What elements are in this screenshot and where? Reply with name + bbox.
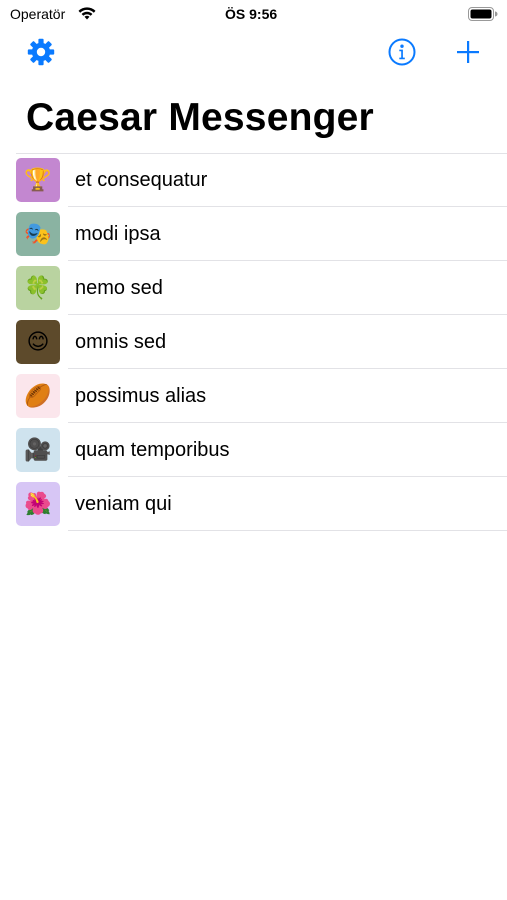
list-item[interactable]: 🏉 possimus alias [0,369,507,423]
avatar: 🌺 [16,482,60,526]
settings-button[interactable] [24,35,58,69]
list-item[interactable]: 🏆 et consequatur [0,153,507,207]
chat-name: et consequatur [75,169,208,191]
chat-name: possimus alias [75,385,207,407]
chat-name: omnis sed [75,331,167,353]
plus-icon [457,41,479,63]
carrier-label: Operatör [10,6,66,22]
wifi-icon [78,7,96,20]
info-icon [388,38,416,66]
battery-icon [468,7,498,21]
chat-name: modi ipsa [75,223,161,245]
clock: ÖS 9:56 [225,6,278,22]
list-item[interactable]: 😊 omnis sed [0,315,507,369]
avatar: 🎥 [16,428,60,472]
chat-list: 🏆 et consequatur 🎭 modi ipsa 🍀 nemo sed 😊 omnis… [0,153,507,531]
list-item[interactable]: 🍀 nemo sed [0,261,507,315]
avatar: 😊 [16,320,60,364]
status-bar: Operatör ÖS 9:56 [0,0,507,28]
navigation-bar [0,32,507,76]
avatar: 🏆 [16,158,60,202]
page-title: Caesar Messenger [26,96,374,139]
avatar: 🎭 [16,212,60,256]
divider [68,530,507,531]
list-item[interactable]: 🎭 modi ipsa [0,207,507,261]
screen: Operatör ÖS 9:56 Caesar Messenger 🏆 et c… [0,0,507,900]
chat-name: veniam qui [75,493,172,515]
list-item[interactable]: 🎥 quam temporibus [0,423,507,477]
add-button[interactable] [451,35,485,69]
list-item[interactable]: 🌺 veniam qui [0,477,507,531]
chat-name: quam temporibus [75,439,230,461]
avatar: 🍀 [16,266,60,310]
chat-name: nemo sed [75,277,163,299]
info-button[interactable] [385,35,419,69]
gear-icon [27,38,55,66]
avatar: 🏉 [16,374,60,418]
